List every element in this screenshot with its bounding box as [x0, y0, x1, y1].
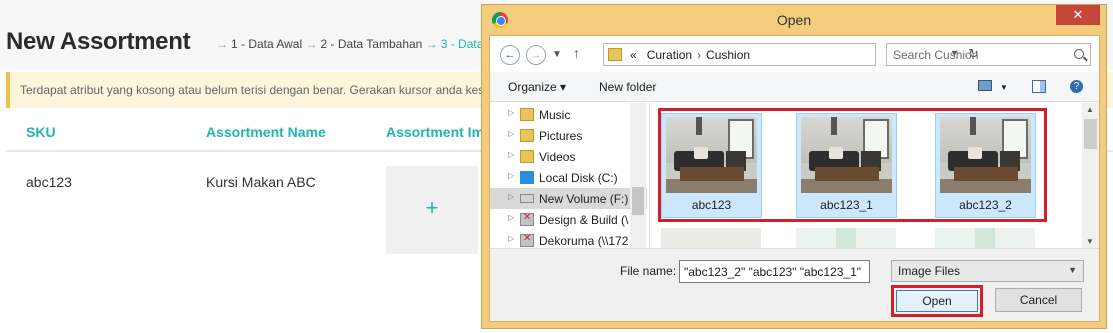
file-tile-partial[interactable]: [796, 228, 896, 248]
music-folder-icon: [520, 108, 534, 121]
scroll-down-icon[interactable]: ▼: [1086, 237, 1094, 246]
file-type-value: Image Files: [898, 264, 961, 278]
view-options-chevron-icon[interactable]: ▼: [1000, 83, 1008, 92]
expand-caret-icon[interactable]: ▷: [508, 192, 514, 201]
folder-icon: [608, 48, 622, 61]
navigation-pane: ▷ Music ▷ Pictures ▷ Videos ▷ Local Disk…: [490, 103, 649, 248]
search-input[interactable]: Search Cushion: [886, 43, 1091, 66]
expand-caret-icon[interactable]: ▷: [508, 108, 514, 117]
nav-item-label: Design & Build (\: [539, 213, 629, 227]
windows-drive-icon: [520, 171, 534, 184]
nav-item-label: Pictures: [539, 129, 583, 143]
dialog-titlebar[interactable]: Open ✕: [482, 5, 1106, 35]
step-arrow-icon: →: [305, 37, 318, 51]
open-button[interactable]: Open: [896, 290, 978, 312]
up-arrow-icon[interactable]: ↑: [573, 45, 580, 61]
step-1[interactable]: 1 - Data Awal: [231, 37, 302, 51]
column-assortment-name: Assortment Name: [206, 124, 326, 140]
pictures-folder-icon: [520, 129, 534, 142]
add-image-button[interactable]: +: [386, 166, 478, 254]
chevron-down-icon: ▼: [1068, 265, 1077, 275]
nav-item-videos[interactable]: ▷ Videos: [490, 146, 647, 167]
scrollbar-thumb[interactable]: [632, 187, 644, 215]
open-button-highlight: Open: [891, 285, 983, 317]
step-2[interactable]: 2 - Data Tambahan: [321, 37, 423, 51]
nav-item-label: Videos: [539, 150, 576, 164]
address-overflow-icon[interactable]: «: [630, 48, 637, 62]
address-bar[interactable]: «Curation › Cushion ▼ ↻: [603, 43, 979, 66]
nav-item-pictures[interactable]: ▷ Pictures: [490, 125, 647, 146]
nav-item-label: Dekoruma (\\172: [539, 234, 629, 248]
nav-item-new-volume[interactable]: ▷ New Volume (F:): [490, 188, 647, 209]
expand-caret-icon[interactable]: ▷: [508, 234, 514, 243]
file-name-field-label: File name:: [620, 264, 677, 278]
nav-item-design-build[interactable]: ▷ Design & Build (\: [490, 209, 647, 230]
expand-caret-icon[interactable]: ▷: [508, 129, 514, 138]
organize-menu[interactable]: Organize ▾: [508, 80, 566, 94]
recent-locations-chevron-icon[interactable]: ▼: [552, 49, 562, 60]
file-name-input[interactable]: "abc123_2" "abc123" "abc123_1" ▼: [679, 260, 870, 283]
change-view-icon[interactable]: [978, 80, 992, 91]
dialog-body: ← → ▼ ↑ «Curation › Cushion ▼ ↻ Search Cus…: [489, 35, 1100, 322]
navigation-bar: ← → ▼ ↑ «Curation › Cushion ▼ ↻ Search Cus…: [490, 36, 1099, 72]
nav-item-music[interactable]: ▷ Music: [490, 104, 647, 125]
nav-item-label: Local Disk (C:): [539, 171, 618, 185]
network-drive-icon: [520, 233, 534, 247]
address-part-cushion[interactable]: Cushion: [706, 48, 750, 62]
address-separator-icon[interactable]: ›: [697, 48, 701, 62]
nav-pane-scrollbar[interactable]: [630, 103, 646, 248]
open-file-dialog: Open ✕ ← → ▼ ↑ «Curation › Cushion ▼ ↻ Sea…: [481, 4, 1107, 329]
file-list-scrollbar[interactable]: ▲ ▼: [1082, 103, 1099, 248]
drive-icon: [520, 194, 534, 203]
cancel-button[interactable]: Cancel: [995, 288, 1082, 312]
videos-folder-icon: [520, 150, 534, 163]
nav-item-dekoruma[interactable]: ▷ Dekoruma (\\172: [490, 230, 647, 248]
expand-caret-icon[interactable]: ▷: [508, 213, 514, 222]
selection-highlight: [658, 108, 1047, 222]
expand-caret-icon[interactable]: ▷: [508, 171, 514, 180]
sku-cell: abc123: [26, 174, 72, 190]
network-drive-icon: [520, 212, 534, 226]
forward-arrow-icon[interactable]: →: [526, 45, 546, 65]
scrollbar-thumb[interactable]: [1084, 119, 1097, 149]
file-name-value: "abc123_2" "abc123" "abc123_1": [684, 265, 862, 279]
file-list: abc123 abc123_1 abc123_2 ▲ ▼: [650, 103, 1099, 248]
step-breadcrumb: → 1 - Data Awal → 2 - Data Tambahan → 3 - D…: [216, 37, 483, 51]
step-arrow-icon: →: [216, 37, 228, 51]
nav-item-label: New Volume (F:): [539, 192, 629, 206]
scroll-up-icon[interactable]: ▲: [1086, 105, 1094, 114]
help-icon[interactable]: ?: [1070, 80, 1083, 93]
preview-pane-icon[interactable]: [1032, 80, 1046, 93]
assortment-name-cell: Kursi Makan ABC: [206, 174, 316, 190]
address-part-curation[interactable]: Curation: [647, 48, 692, 62]
page-title: New Assortment: [6, 28, 191, 55]
new-folder-button[interactable]: New folder: [599, 80, 656, 94]
column-sku: SKU: [26, 124, 56, 140]
close-button[interactable]: ✕: [1056, 5, 1100, 25]
nav-item-local-disk[interactable]: ▷ Local Disk (C:): [490, 167, 647, 188]
dialog-footer: File name: "abc123_2" "abc123" "abc123_1…: [490, 248, 1099, 321]
file-type-select[interactable]: Image Files ▼: [891, 260, 1084, 282]
search-icon: [1074, 49, 1084, 59]
file-tile-partial[interactable]: [935, 228, 1035, 248]
dialog-title: Open: [776, 12, 812, 28]
expand-caret-icon[interactable]: ▷: [508, 150, 514, 159]
column-assortment-image: Assortment Im: [386, 124, 485, 140]
back-arrow-icon[interactable]: ←: [500, 45, 520, 65]
dialog-toolbar: Organize ▾ New folder ▼ ?: [490, 72, 1099, 102]
nav-item-label: Music: [539, 108, 571, 122]
file-tile-partial[interactable]: [661, 228, 761, 248]
step-3[interactable]: 3 - Data: [441, 37, 484, 51]
step-arrow-icon: →: [425, 37, 438, 51]
